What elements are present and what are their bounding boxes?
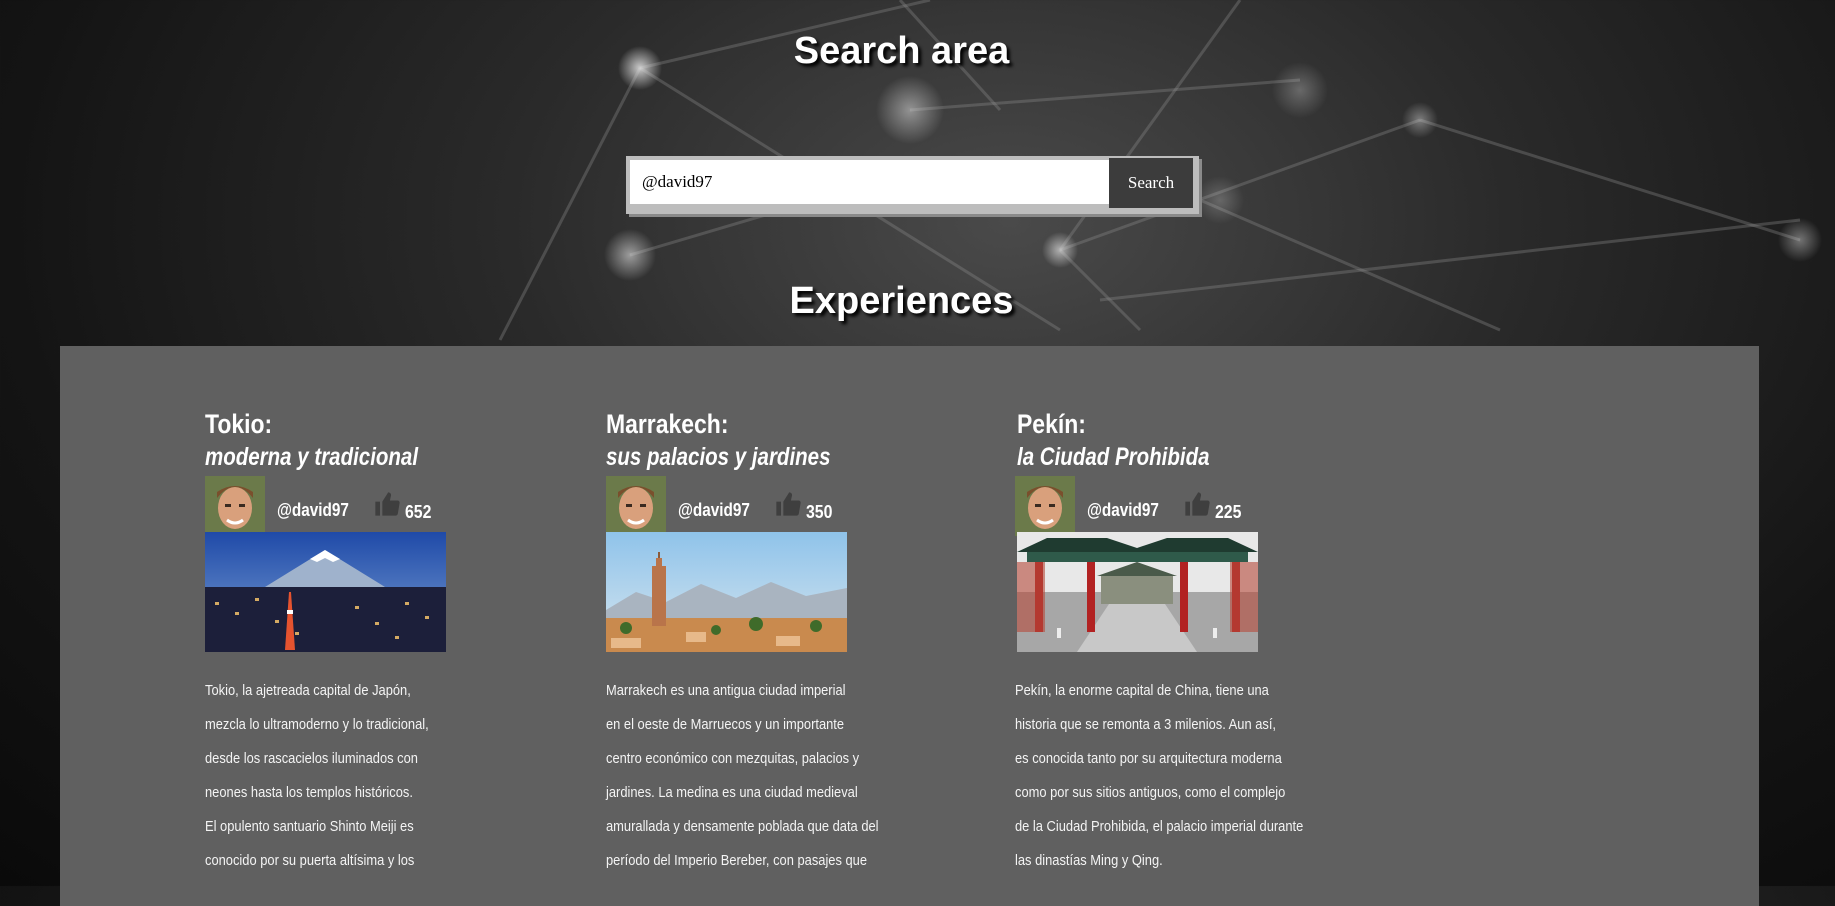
- search-area-title: Search area: [793, 30, 1010, 72]
- like-count: 225: [1215, 502, 1242, 522]
- experiences-title: Experiences: [789, 280, 1014, 322]
- search-button[interactable]: Search: [1109, 158, 1193, 208]
- card-title: Marrakech:: [606, 409, 729, 439]
- experience-card-tokio[interactable]: Tokio: moderna y tradicional @david97 65…: [205, 408, 525, 869]
- like-count: 652: [405, 502, 432, 522]
- username[interactable]: @david97: [678, 500, 750, 521]
- card-title: Tokio:: [205, 409, 273, 439]
- author-row: @david97 652: [205, 476, 525, 538]
- experience-photo-tokio[interactable]: [205, 532, 446, 652]
- experiences-panel: Tokio: moderna y tradicional @david97 65…: [60, 346, 1759, 906]
- author-row: @david97 350: [606, 476, 926, 538]
- user-avatar[interactable]: [1015, 476, 1075, 536]
- like-count: 350: [806, 502, 833, 522]
- thumbs-up-icon[interactable]: [1183, 490, 1211, 518]
- search-bar: Search: [626, 156, 1199, 214]
- thumbs-up-icon[interactable]: [373, 490, 401, 518]
- username[interactable]: @david97: [1087, 500, 1159, 521]
- experience-photo-pekin[interactable]: [1017, 532, 1258, 652]
- user-avatar[interactable]: [205, 476, 265, 536]
- card-description: Marrakech es una antigua ciudad imperial…: [606, 682, 879, 869]
- experience-card-marrakech[interactable]: Marrakech: sus palacios y jardines @davi…: [606, 408, 926, 869]
- card-description: Pekín, la enorme capital de China, tiene…: [1015, 682, 1304, 869]
- user-avatar[interactable]: [606, 476, 666, 536]
- thumbs-up-icon[interactable]: [774, 490, 802, 518]
- author-row: @david97 225: [1015, 476, 1335, 538]
- card-description: Tokio, la ajetreada capital de Japón, me…: [205, 682, 429, 869]
- experience-photo-marrakech[interactable]: [606, 532, 847, 652]
- username[interactable]: @david97: [277, 500, 349, 521]
- experience-card-pekin[interactable]: Pekín: la Ciudad Prohibida @david97 225: [1015, 408, 1335, 869]
- card-subtitle: sus palacios y jardines: [606, 443, 831, 471]
- card-subtitle: moderna y tradicional: [205, 443, 419, 471]
- card-subtitle: la Ciudad Prohibida: [1017, 443, 1210, 471]
- search-input[interactable]: [630, 160, 1120, 204]
- card-title: Pekín:: [1017, 409, 1086, 439]
